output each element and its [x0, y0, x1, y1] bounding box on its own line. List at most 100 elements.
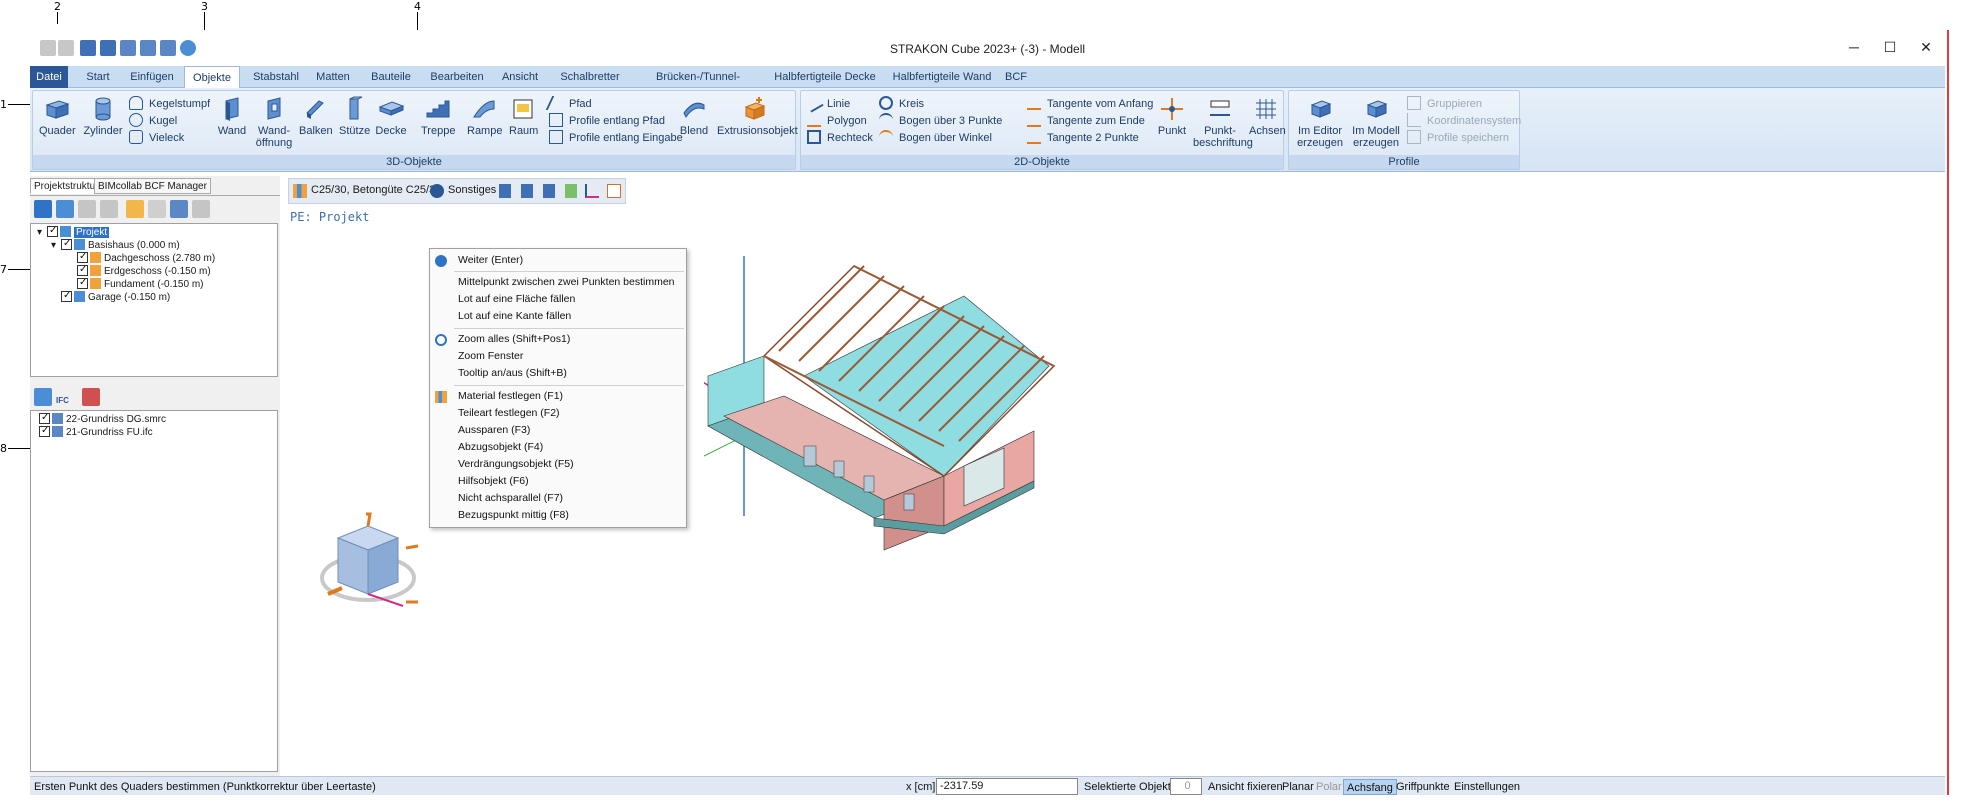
kreis-button[interactable]: Kreis: [879, 95, 924, 113]
checkbox[interactable]: [77, 263, 88, 276]
tab-start[interactable]: Start: [80, 66, 116, 88]
wand-button[interactable]: Wand: [217, 95, 247, 137]
profile-speichern-button[interactable]: Profile speichern: [1407, 129, 1509, 147]
pfad-button[interactable]: Pfad: [545, 95, 592, 113]
menu-item-lot-flaeche[interactable]: Lot auf eine Fläche fällen: [430, 291, 686, 308]
achsfang-toggle[interactable]: Achsfang: [1343, 779, 1397, 795]
file-item[interactable]: 22-Grundriss DG.smrc: [39, 411, 166, 426]
menu-item-zoom-alles[interactable]: Zoom alles (Shift+Pos1): [430, 331, 686, 348]
axis-icon[interactable]: [585, 184, 599, 198]
checkbox[interactable]: [39, 424, 50, 437]
achsen-button[interactable]: Achsen: [1249, 95, 1286, 137]
edit-pen-icon[interactable]: [126, 200, 144, 218]
stuetze-button[interactable]: Stütze: [339, 95, 370, 137]
ansicht-fixieren-toggle[interactable]: Ansicht fixieren: [1208, 779, 1283, 795]
checkbox[interactable]: [39, 411, 50, 424]
griffpunkte-toggle[interactable]: Griffpunkte: [1396, 779, 1450, 795]
minimize-button[interactable]: ─: [1840, 36, 1868, 58]
kegelstumpf-button[interactable]: Kegelstumpf: [129, 95, 210, 113]
im-modell-erzeugen-button[interactable]: Im Modell erzeugen: [1349, 95, 1403, 149]
menu-item-hilfsobjekt[interactable]: Hilfsobjekt (F6): [430, 473, 686, 490]
file-item[interactable]: 21-Grundriss FU.ifc: [39, 424, 153, 439]
maximize-button[interactable]: ☐: [1876, 36, 1904, 58]
punkt-button[interactable]: Punkt: [1157, 95, 1187, 137]
material-icon[interactable]: [293, 184, 307, 198]
checkbox[interactable]: [61, 289, 72, 302]
quader-button[interactable]: Quader: [39, 95, 76, 137]
tab-bauteile[interactable]: Bauteile: [366, 66, 416, 88]
tab-schalbretter[interactable]: Schalbretter: [554, 66, 626, 88]
menu-item-material[interactable]: Material festlegen (F1): [430, 388, 686, 405]
extrusionsobjekt-button[interactable]: Extrusionsobjekt: [717, 95, 798, 137]
checkbox[interactable]: [61, 237, 72, 250]
menu-item-zoom-fenster[interactable]: Zoom Fenster: [430, 348, 686, 365]
tab-halbfertigteile-decke[interactable]: Halbfertigteile Decke: [772, 66, 878, 88]
info-icon[interactable]: [430, 184, 444, 198]
part-type-icon-3[interactable]: [543, 184, 555, 198]
decke-button[interactable]: Decke: [375, 95, 407, 137]
coord-input[interactable]: -2317.59: [936, 778, 1078, 795]
profile-entlang-eingabe-button[interactable]: Profile entlang Eingabe: [549, 129, 683, 147]
polygon-button[interactable]: Polygon: [807, 112, 867, 130]
tree-item-fundament[interactable]: Fundament (-0.150 m): [77, 276, 204, 291]
rechteck-button[interactable]: Rechteck: [807, 129, 873, 147]
bogen-winkel-button[interactable]: Bogen über Winkel: [879, 129, 992, 147]
tree-item-projekt[interactable]: ▾ Projekt: [37, 224, 110, 239]
rampe-button[interactable]: Rampe: [467, 95, 502, 137]
part-type-icon-4[interactable]: [565, 184, 577, 198]
einstellungen-button[interactable]: Einstellungen: [1454, 779, 1520, 795]
ifc-import-icon[interactable]: IFC: [56, 388, 74, 406]
close-button[interactable]: ✕: [1912, 36, 1940, 58]
wandoeffnung-button[interactable]: Wand- öffnung: [255, 95, 293, 149]
delete-x-icon[interactable]: [148, 200, 166, 218]
tab-bcf[interactable]: BCF: [1002, 66, 1030, 88]
database-icon[interactable]: [192, 200, 210, 218]
tab-datei[interactable]: Datei: [30, 66, 68, 88]
profile-entlang-pfad-button[interactable]: Profile entlang Pfad: [549, 112, 665, 130]
tree-item-basishaus[interactable]: ▾ Basishaus (0.000 m): [51, 237, 180, 252]
vieleck-button[interactable]: Vieleck: [129, 129, 184, 147]
tab-objekte[interactable]: Objekte: [184, 66, 240, 89]
menu-item-verdraengungsobjekt[interactable]: Verdrängungsobjekt (F5): [430, 456, 686, 473]
tab-halbfertigteile-wand[interactable]: Halbfertigteile Wand: [890, 66, 994, 88]
koordinatensystem-button[interactable]: Koordinatensystem: [1407, 112, 1521, 130]
punktbeschriftung-button[interactable]: Punkt- beschriftung: [1193, 95, 1253, 149]
menu-item-weiter[interactable]: Weiter (Enter): [430, 252, 686, 269]
tree-item-erdgeschoss[interactable]: Erdgeschoss (-0.150 m): [77, 263, 211, 278]
polar-toggle[interactable]: Polar: [1316, 779, 1342, 795]
tangente-anfang-button[interactable]: Tangente vom Anfang: [1027, 95, 1153, 113]
tab-bimcollab-bcf-manager[interactable]: BIMcollab BCF Manager: [94, 178, 211, 194]
im-editor-erzeugen-button[interactable]: Im Editor erzeugen: [1293, 95, 1347, 149]
menu-item-mittelpunkt[interactable]: Mittelpunkt zwischen zwei Punkten bestim…: [430, 274, 686, 291]
tab-einfuegen[interactable]: Einfügen: [126, 66, 178, 88]
blend-button[interactable]: Blend: [679, 95, 709, 137]
sonstiges-label[interactable]: Sonstiges: [448, 184, 496, 196]
planar-toggle[interactable]: Planar: [1282, 779, 1314, 795]
menu-item-abzugsobjekt[interactable]: Abzugsobjekt (F4): [430, 439, 686, 456]
raum-button[interactable]: Raum: [509, 95, 538, 137]
menu-item-teileart[interactable]: Teileart festlegen (F2): [430, 405, 686, 422]
checkbox[interactable]: [77, 276, 88, 289]
menu-item-bezugspunkt[interactable]: Bezugspunkt mittig (F8): [430, 507, 686, 524]
tangente-2-punkte-button[interactable]: Tangente 2 Punkte: [1027, 129, 1139, 147]
tab-bearbeiten[interactable]: Bearbeiten: [426, 66, 488, 88]
checkbox[interactable]: [47, 224, 58, 237]
unlink-icon[interactable]: [82, 388, 100, 406]
tab-ansicht[interactable]: Ansicht: [498, 66, 542, 88]
3d-viewport[interactable]: C25/30, Betongüte C25/30 Sonstiges PE: P…: [284, 176, 1945, 776]
settings-gear-icon[interactable]: [170, 200, 188, 218]
linie-button[interactable]: Linie: [804, 93, 850, 113]
treppe-button[interactable]: Treppe: [421, 95, 455, 137]
tab-bruecken-tunnel-designer[interactable]: Brücken-/Tunnel-Designer: [636, 66, 760, 105]
menu-item-lot-kante[interactable]: Lot auf eine Kante fällen: [430, 308, 686, 325]
add-reference-icon[interactable]: [34, 388, 52, 406]
checkbox[interactable]: [77, 250, 88, 263]
level-up-icon[interactable]: [56, 200, 74, 218]
load-structure-icon[interactable]: [34, 200, 52, 218]
tangente-ende-button[interactable]: Tangente zum Ende: [1027, 112, 1145, 130]
reference-point-icon[interactable]: [607, 184, 621, 198]
zylinder-button[interactable]: Zylinder: [83, 95, 123, 137]
level-up-disabled-icon[interactable]: [78, 200, 96, 218]
gruppieren-button[interactable]: Gruppieren: [1407, 95, 1482, 113]
menu-item-tooltip[interactable]: Tooltip an/aus (Shift+B): [430, 365, 686, 382]
